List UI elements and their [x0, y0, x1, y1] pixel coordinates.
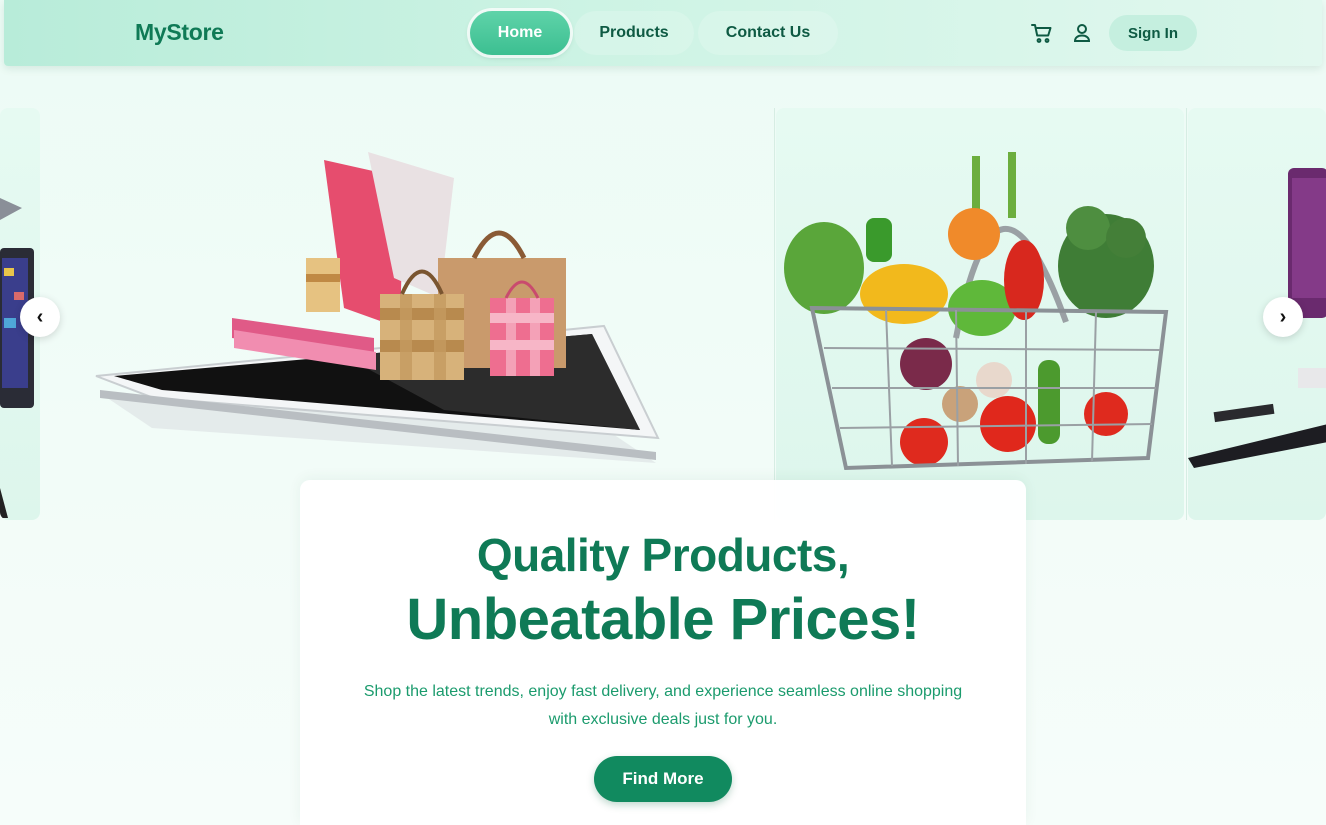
image-carousel: ‹ ›	[0, 108, 1326, 520]
carousel-slide-tablet-shopping	[44, 108, 772, 520]
user-icon[interactable]	[1070, 21, 1094, 45]
nav-link-home[interactable]: Home	[470, 11, 570, 55]
carousel-next-button[interactable]: ›	[1263, 297, 1303, 337]
top-navbar: MyStore Home Products Contact Us Sign In	[4, 0, 1322, 66]
chevron-left-icon: ‹	[36, 305, 44, 328]
nav-link-products[interactable]: Products	[574, 11, 694, 55]
hero-headline-line-1: Quality Products,	[476, 529, 850, 581]
carousel-slide-vegetable-basket	[776, 108, 1184, 520]
hero-card: Quality Products, Unbeatable Prices! Sho…	[300, 480, 1026, 825]
sign-in-button[interactable]: Sign In	[1109, 15, 1197, 51]
brand-logo[interactable]: MyStore	[135, 19, 224, 46]
carousel-prev-button[interactable]: ‹	[20, 297, 60, 337]
cart-icon[interactable]	[1030, 21, 1054, 45]
nav-link-contact[interactable]: Contact Us	[698, 11, 838, 55]
carousel-slide-partial-right	[1188, 108, 1326, 520]
chevron-right-icon: ›	[1279, 305, 1287, 328]
hero-subtitle: Shop the latest trends, enjoy fast deliv…	[363, 683, 963, 728]
carousel-slide-separator	[774, 108, 775, 520]
carousel-slide-separator	[1186, 108, 1187, 520]
find-more-button[interactable]: Find More	[594, 756, 732, 802]
hero-headline-line-2: Unbeatable Prices!	[406, 587, 920, 652]
